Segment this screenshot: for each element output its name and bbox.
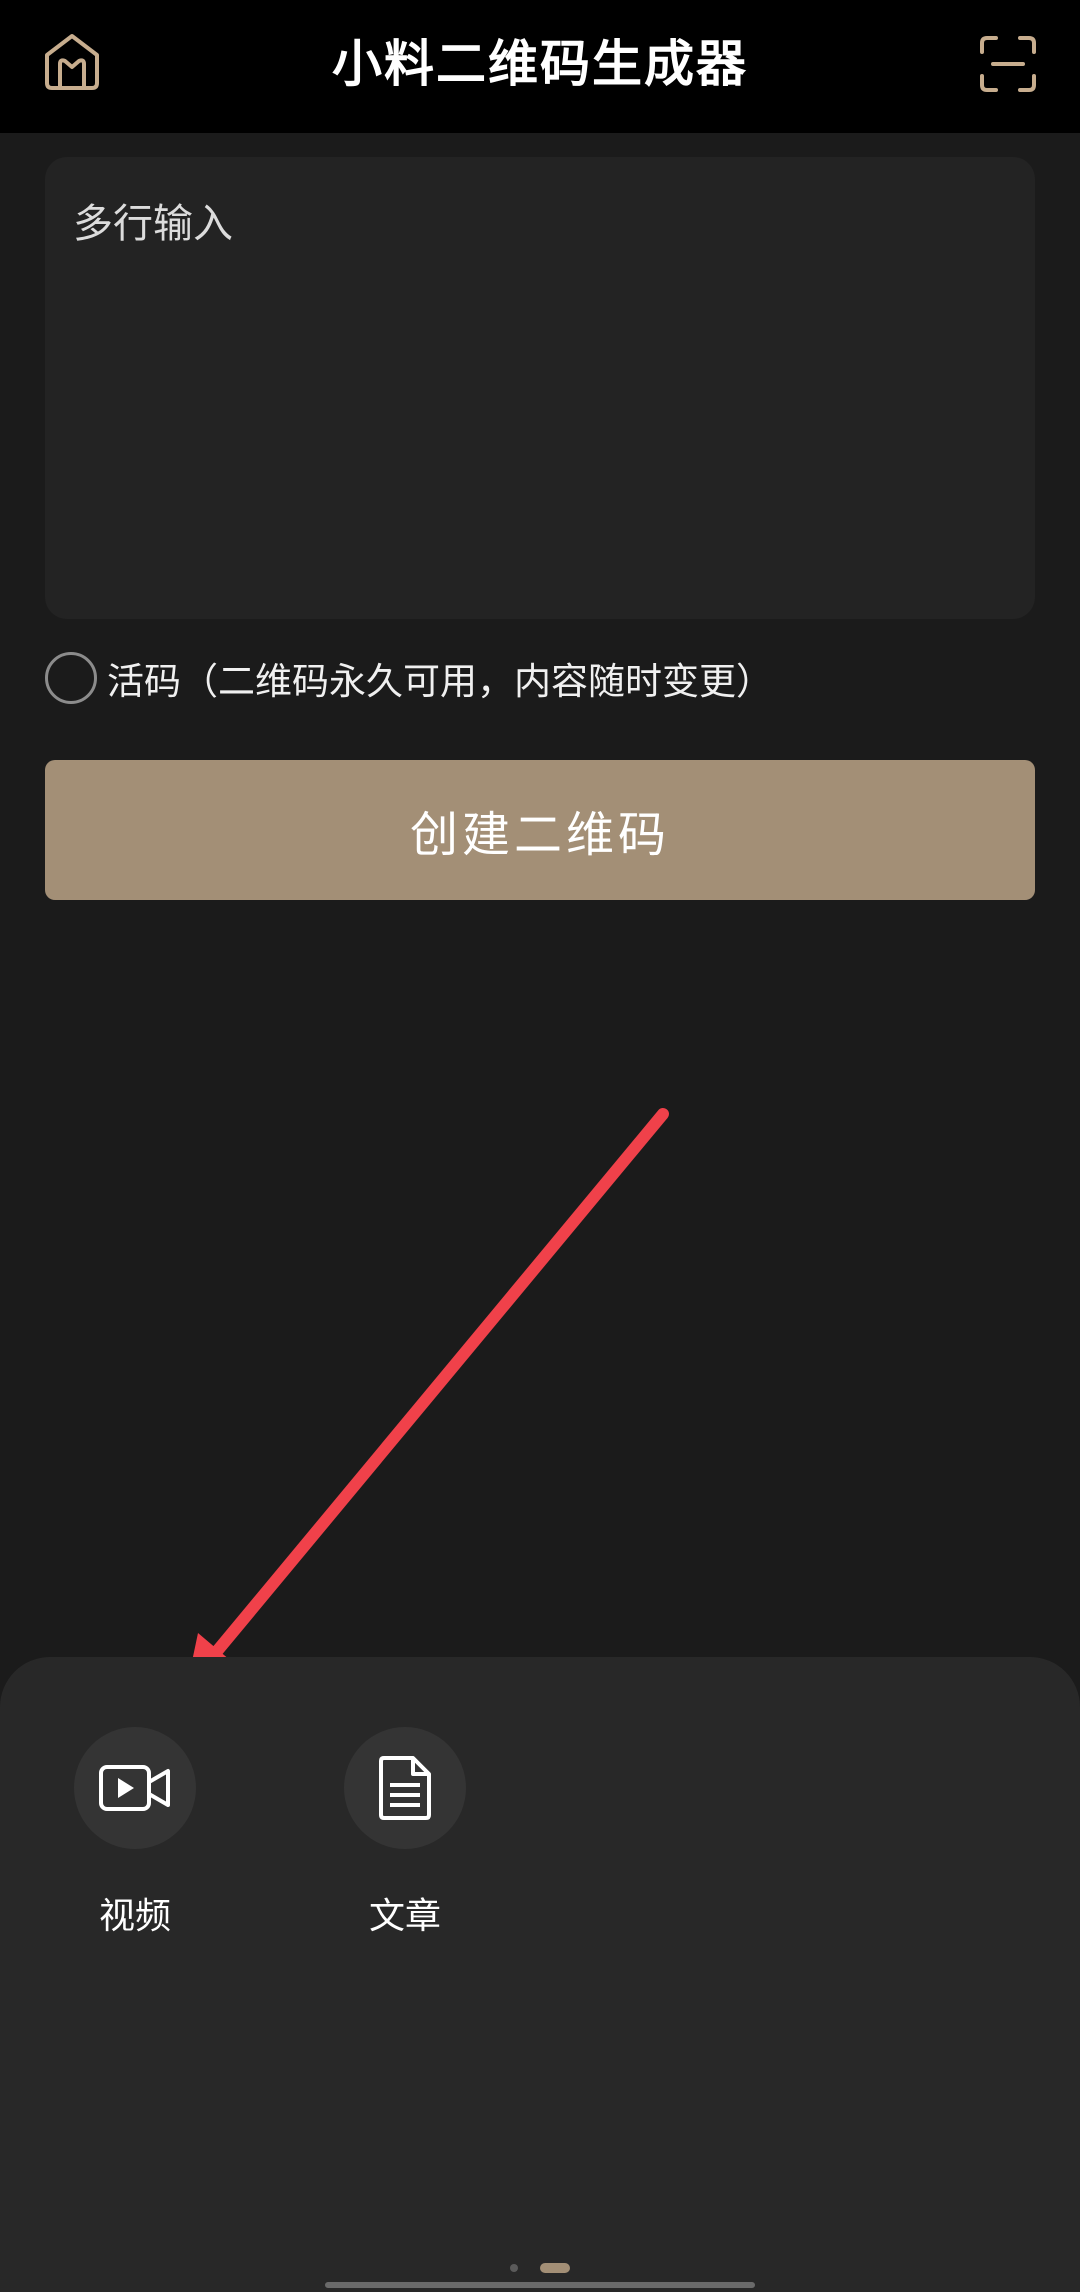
sheet-item-label: 视频 bbox=[98, 1896, 171, 1937]
live-code-checkbox[interactable] bbox=[45, 652, 97, 704]
content-input[interactable] bbox=[45, 157, 1035, 619]
sheet-item-label: 文章 bbox=[368, 1896, 441, 1937]
sheet-item-article[interactable]: 文章 bbox=[315, 1727, 495, 1939]
page-dot-active[interactable] bbox=[540, 2263, 570, 2273]
app-screen: 小料二维码生成器 活码（二维码永久可用，内容随时变更） 创建二维码 bbox=[0, 0, 1080, 2292]
document-icon-button[interactable] bbox=[344, 1727, 466, 1849]
header-bar: 小料二维码生成器 bbox=[0, 0, 1080, 133]
video-icon bbox=[99, 1765, 170, 1811]
scan-icon bbox=[980, 36, 1036, 92]
scan-button[interactable] bbox=[976, 32, 1040, 96]
live-code-option[interactable]: 活码（二维码永久可用，内容随时变更） bbox=[45, 651, 773, 705]
page-indicator bbox=[0, 2262, 1080, 2274]
bottom-sheet: 视频 文章 bbox=[0, 1657, 1080, 2292]
system-home-indicator[interactable] bbox=[325, 2282, 755, 2288]
page-title: 小料二维码生成器 bbox=[332, 35, 748, 93]
document-icon bbox=[379, 1756, 431, 1820]
sheet-item-video[interactable]: 视频 bbox=[45, 1727, 225, 1939]
video-icon-button[interactable] bbox=[74, 1727, 196, 1849]
live-code-label: 活码（二维码永久可用，内容随时变更） bbox=[107, 660, 773, 703]
create-qrcode-button[interactable]: 创建二维码 bbox=[45, 760, 1035, 900]
page-dot[interactable] bbox=[510, 2264, 518, 2272]
